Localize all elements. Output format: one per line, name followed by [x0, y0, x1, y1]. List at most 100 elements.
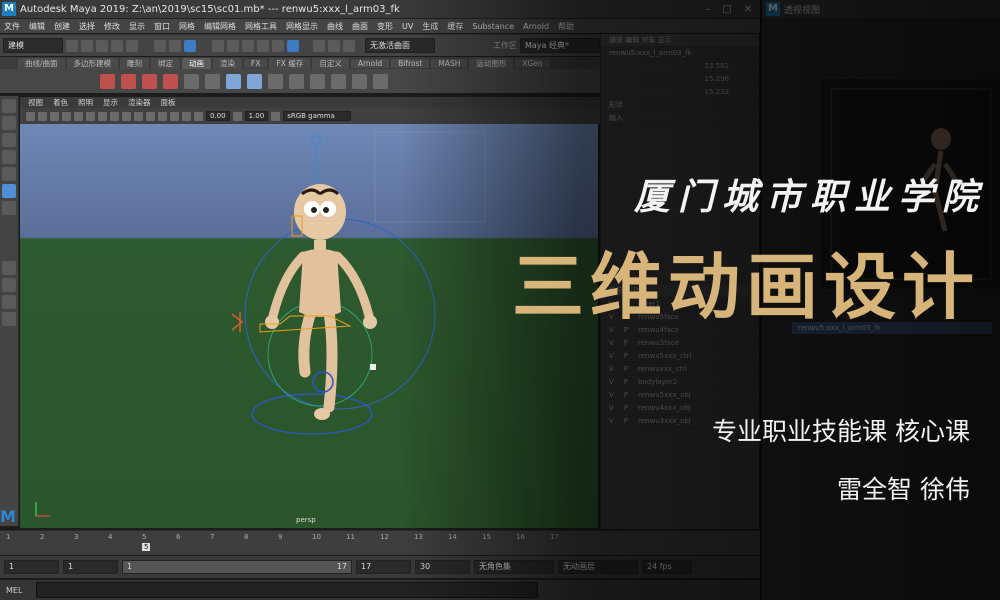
camera-select-icon[interactable]: [26, 111, 35, 121]
open-scene-icon[interactable]: [81, 39, 93, 52]
constraint-scale-icon[interactable]: [331, 73, 346, 89]
grid-toggle-icon[interactable]: [74, 111, 83, 121]
shadows-icon[interactable]: [170, 111, 179, 121]
constraint-orient-icon[interactable]: [310, 73, 325, 89]
snap-point-icon[interactable]: [242, 39, 254, 52]
layer-playback-toggle[interactable]: P: [624, 365, 628, 373]
shelf-tab[interactable]: 自定义: [312, 57, 349, 69]
redo-icon[interactable]: [126, 39, 138, 52]
workspace-dropdown[interactable]: Maya 经典*: [520, 38, 600, 53]
menu-item[interactable]: Substance: [472, 22, 514, 31]
layer-visibility-toggle[interactable]: V: [609, 391, 614, 399]
layer-row[interactable]: V Prenwuxxx_ctrl: [601, 363, 759, 376]
root-control-ring[interactable]: [251, 393, 373, 435]
character-model[interactable]: [265, 184, 377, 420]
layer-row[interactable]: V Prenwu5xxx_ctrl: [601, 350, 759, 363]
snap-curve-icon[interactable]: [227, 39, 239, 52]
minimize-button[interactable]: –: [705, 4, 710, 15]
textured-icon[interactable]: [146, 111, 155, 121]
shelf-tab[interactable]: 运动图形: [469, 57, 514, 69]
layer-visibility-toggle[interactable]: V: [609, 339, 614, 347]
shelf-tab[interactable]: 多边形建模: [66, 57, 119, 69]
snap-surface-icon[interactable]: [272, 39, 284, 52]
snap-center-icon[interactable]: [287, 39, 299, 52]
layer-playback-toggle[interactable]: P: [624, 404, 628, 412]
gamma-field[interactable]: 1.00: [244, 111, 269, 121]
character-set-dropdown[interactable]: 无角色集: [474, 560, 554, 574]
shelf-tab[interactable]: 动画: [182, 57, 212, 69]
close-button[interactable]: ✕: [744, 4, 752, 15]
undo-icon[interactable]: [111, 39, 123, 52]
scale-tool-icon[interactable]: [2, 184, 16, 198]
constraint-point-icon[interactable]: [289, 73, 304, 89]
lights-icon[interactable]: [158, 111, 167, 121]
outliner-layout-icon[interactable]: [2, 295, 16, 309]
select-hierarchy-icon[interactable]: [154, 39, 166, 52]
isolate-icon[interactable]: [194, 111, 203, 121]
menu-item[interactable]: 选择: [79, 21, 95, 32]
graph-layout-icon[interactable]: [2, 312, 16, 326]
set-key-rotate-icon[interactable]: [142, 73, 157, 89]
lasso-tool-icon[interactable]: [2, 116, 16, 130]
layer-visibility-toggle[interactable]: V: [609, 378, 614, 386]
menu-item[interactable]: 曲面: [352, 21, 368, 32]
layer-visibility-toggle[interactable]: V: [609, 365, 614, 373]
ik-handle-icon[interactable]: [226, 73, 241, 89]
layer-row[interactable]: V Prenwu5xxx_obj: [601, 389, 759, 402]
channel-value-2[interactable]: 15.296: [601, 73, 759, 86]
four-view-layout-icon[interactable]: [2, 278, 16, 292]
move-tool-icon[interactable]: [2, 150, 16, 164]
snap-plane-icon[interactable]: [257, 39, 269, 52]
layer-playback-toggle[interactable]: P: [624, 417, 628, 425]
menu-item[interactable]: 网格工具: [245, 21, 277, 32]
menu-item[interactable]: 变形: [377, 21, 393, 32]
shelf-tab[interactable]: 雕刻: [120, 57, 150, 69]
channel-box-node[interactable]: renwu5:xxx_l_arm03_fk: [601, 47, 759, 60]
shelf-tab[interactable]: 渲染: [213, 57, 243, 69]
shelf-tab[interactable]: Bifrost: [391, 58, 430, 68]
constraint-aim-icon[interactable]: [352, 73, 367, 89]
breakdown-icon[interactable]: [184, 73, 199, 89]
ipr-render-icon[interactable]: [328, 39, 340, 52]
viewport-menu-item[interactable]: 显示: [103, 97, 118, 108]
menu-item[interactable]: 生成: [422, 21, 438, 32]
layer-visibility-toggle[interactable]: V: [609, 352, 614, 360]
camera-attr-icon[interactable]: [38, 111, 47, 121]
motion-trail-icon[interactable]: [205, 73, 220, 89]
select-object-icon[interactable]: [169, 39, 181, 52]
menu-item[interactable]: Arnold: [523, 22, 549, 31]
shelf-tab[interactable]: XGen: [515, 58, 550, 68]
menu-item[interactable]: 显示: [129, 21, 145, 32]
layer-playback-toggle[interactable]: P: [624, 391, 628, 399]
mel-input[interactable]: [36, 582, 538, 598]
layer-visibility-toggle[interactable]: V: [609, 404, 614, 412]
range-end-field[interactable]: 30: [415, 560, 470, 574]
viewport-menu-item[interactable]: 视图: [28, 97, 43, 108]
rotate-tool-icon[interactable]: [2, 167, 16, 181]
render-settings-icon[interactable]: [343, 39, 355, 52]
shelf-tab[interactable]: FX 缓存: [269, 57, 311, 69]
menu-item[interactable]: 修改: [104, 21, 120, 32]
menu-item[interactable]: 缓存: [447, 21, 463, 32]
constraint-pole-icon[interactable]: [373, 73, 388, 89]
range-slider[interactable]: 1 17: [122, 560, 352, 574]
shelf-tab[interactable]: 曲线/曲面: [18, 57, 65, 69]
set-key-scale-icon[interactable]: [163, 73, 178, 89]
viewport-menu-item[interactable]: 面板: [161, 97, 176, 108]
gate-mask-icon[interactable]: [110, 111, 119, 121]
render-icon[interactable]: [313, 39, 325, 52]
anim-layer-dropdown[interactable]: 无动画层: [558, 560, 638, 574]
smooth-shade-icon[interactable]: [134, 111, 143, 121]
layer-visibility-toggle[interactable]: V: [609, 417, 614, 425]
wireframe-icon[interactable]: [122, 111, 131, 121]
menu-item[interactable]: 编辑网格: [204, 21, 236, 32]
save-scene-icon[interactable]: [96, 39, 108, 52]
menu-item[interactable]: 网格: [179, 21, 195, 32]
channel-value-3[interactable]: 15.233: [601, 86, 759, 99]
shelf-tab[interactable]: Arnold: [350, 58, 390, 68]
menu-item[interactable]: 窗口: [154, 21, 170, 32]
layer-playback-toggle[interactable]: P: [624, 352, 628, 360]
snap-grid-icon[interactable]: [212, 39, 224, 52]
shelf-tab[interactable]: MASH: [431, 58, 468, 68]
menu-item[interactable]: UV: [402, 22, 413, 31]
